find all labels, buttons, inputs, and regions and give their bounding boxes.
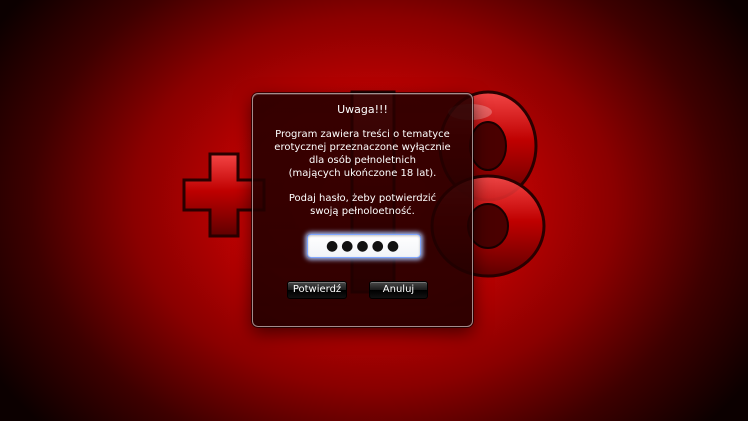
password-prompt: Podaj hasło, żeby potwierdzić swoją pełn… xyxy=(288,193,437,217)
confirm-button[interactable]: Potwierdź xyxy=(287,281,347,299)
dialog-message: Program zawiera treści o tematyce erotyc… xyxy=(274,129,451,179)
dialog-title: Uwaga!!! xyxy=(337,103,388,116)
cancel-button[interactable]: Anuluj xyxy=(369,281,428,299)
password-input[interactable]: ●●●●● xyxy=(307,234,421,258)
age-verification-dialog: Uwaga!!! Program zawiera treści o tematy… xyxy=(252,93,473,327)
